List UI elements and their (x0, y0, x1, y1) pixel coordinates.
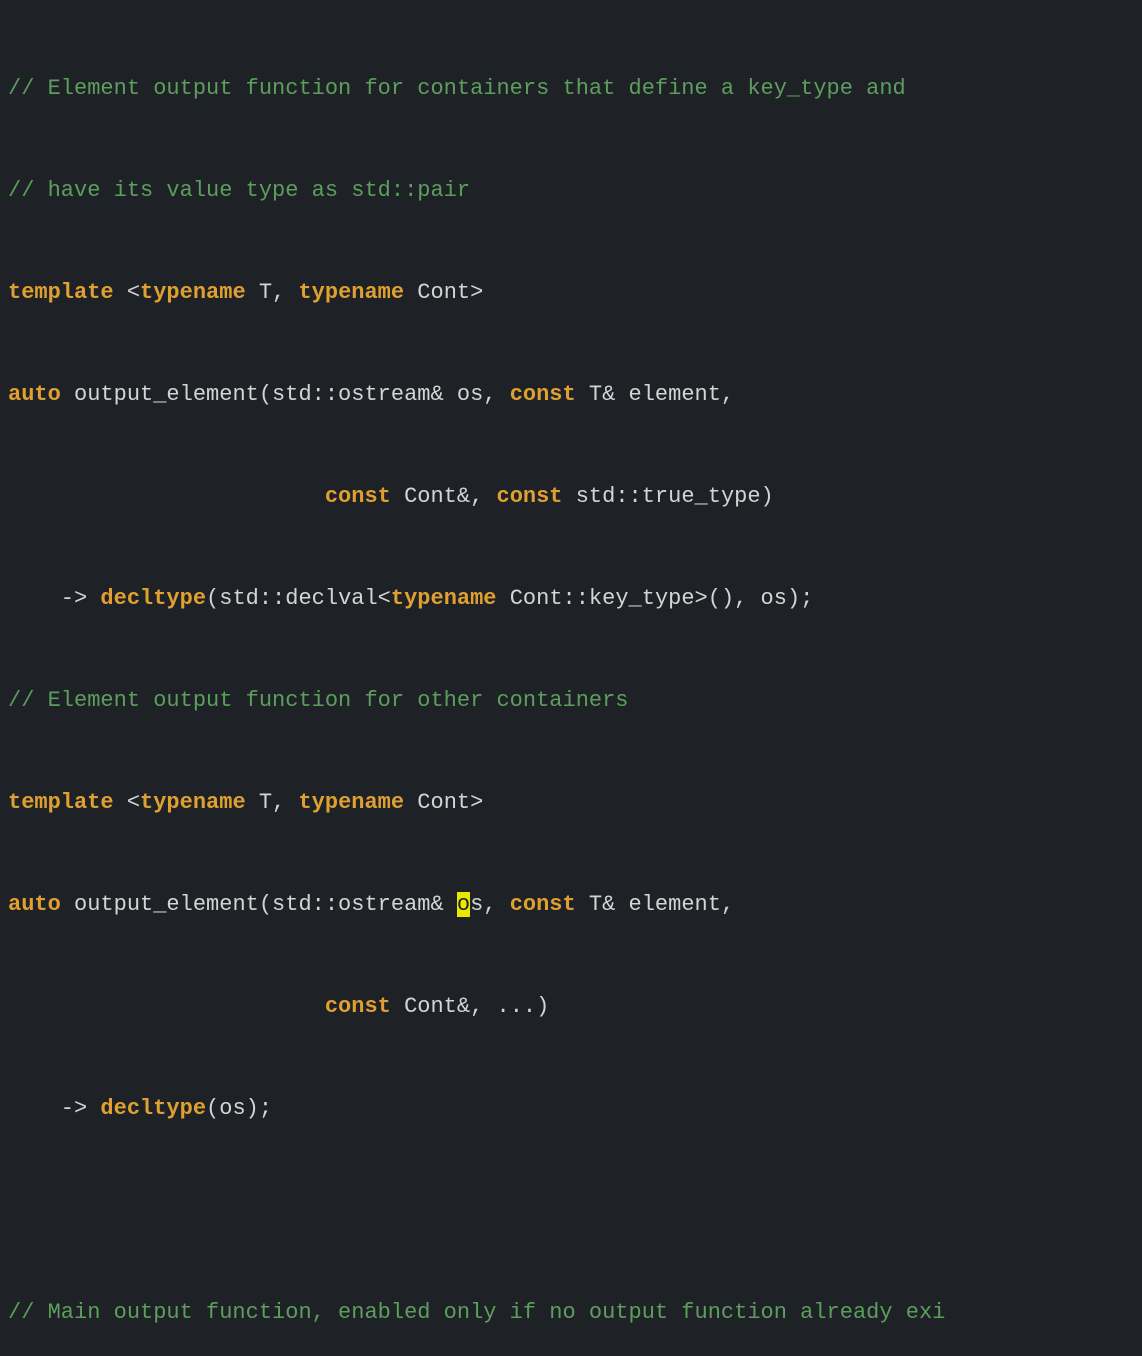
kw-template-1: template (8, 280, 114, 305)
code-6c: Cont::key_type>(), os); (497, 586, 814, 611)
kw-typename-2: typename (298, 280, 404, 305)
code-5a (8, 484, 325, 509)
code-5b: Cont&, (391, 484, 497, 509)
line-7: // Element output function for other con… (8, 684, 1134, 718)
line-12 (8, 1194, 1134, 1228)
line-13: // Main output function, enabled only if… (8, 1296, 1134, 1330)
kw-const-5: const (325, 994, 391, 1019)
kw-const-2: const (325, 484, 391, 509)
code-8b: T, (246, 790, 299, 815)
kw-typename-1: typename (140, 280, 246, 305)
code-8a: < (114, 790, 140, 815)
line-4: auto output_element(std::ostream& os, co… (8, 378, 1134, 412)
line-11: -> decltype(os); (8, 1092, 1134, 1126)
line-5: const Cont&, const std::true_type) (8, 480, 1134, 514)
code-6b: (std::declval< (206, 586, 391, 611)
code-4a: output_element(std::ostream& os, (61, 382, 510, 407)
code-9a: output_element(std::ostream& (61, 892, 457, 917)
kw-const-3: const (497, 484, 563, 509)
kw-auto-2: auto (8, 892, 61, 917)
code-4b: T& element, (576, 382, 734, 407)
code-6a: -> (8, 586, 100, 611)
kw-typename-4: typename (140, 790, 246, 815)
code-9b: s, (470, 892, 510, 917)
code-9c: T& element, (576, 892, 734, 917)
code-10b: Cont&, ...) (391, 994, 549, 1019)
kw-decltype-2: decltype (100, 1096, 206, 1121)
code-3c: Cont> (404, 280, 483, 305)
line-1: // Element output function for container… (8, 72, 1134, 106)
code-5c: std::true_type) (563, 484, 774, 509)
code-12 (8, 1198, 21, 1223)
cursor: o (457, 892, 470, 917)
code-11b: (os); (206, 1096, 272, 1121)
kw-typename-3: typename (391, 586, 497, 611)
kw-const-1: const (510, 382, 576, 407)
code-8c: Cont> (404, 790, 483, 815)
kw-typename-5: typename (298, 790, 404, 815)
code-3b: T, (246, 280, 299, 305)
code-3a: < (114, 280, 140, 305)
comment-4: // Main output function, enabled only if… (8, 1300, 945, 1325)
line-3: template <typename T, typename Cont> (8, 276, 1134, 310)
line-10: const Cont&, ...) (8, 990, 1134, 1024)
kw-template-2: template (8, 790, 114, 815)
code-11a: -> (8, 1096, 100, 1121)
code-10a (8, 994, 325, 1019)
code-editor: // Element output function for container… (0, 0, 1142, 1356)
line-2: // have its value type as std::pair (8, 174, 1134, 208)
line-8: template <typename T, typename Cont> (8, 786, 1134, 820)
comment-2: // have its value type as std::pair (8, 178, 470, 203)
comment-3: // Element output function for other con… (8, 688, 629, 713)
comment-1: // Element output function for container… (8, 76, 906, 101)
kw-auto-1: auto (8, 382, 61, 407)
line-6: -> decltype(std::declval<typename Cont::… (8, 582, 1134, 616)
kw-const-4: const (510, 892, 576, 917)
line-9: auto output_element(std::ostream& os, co… (8, 888, 1134, 922)
kw-decltype-1: decltype (100, 586, 206, 611)
